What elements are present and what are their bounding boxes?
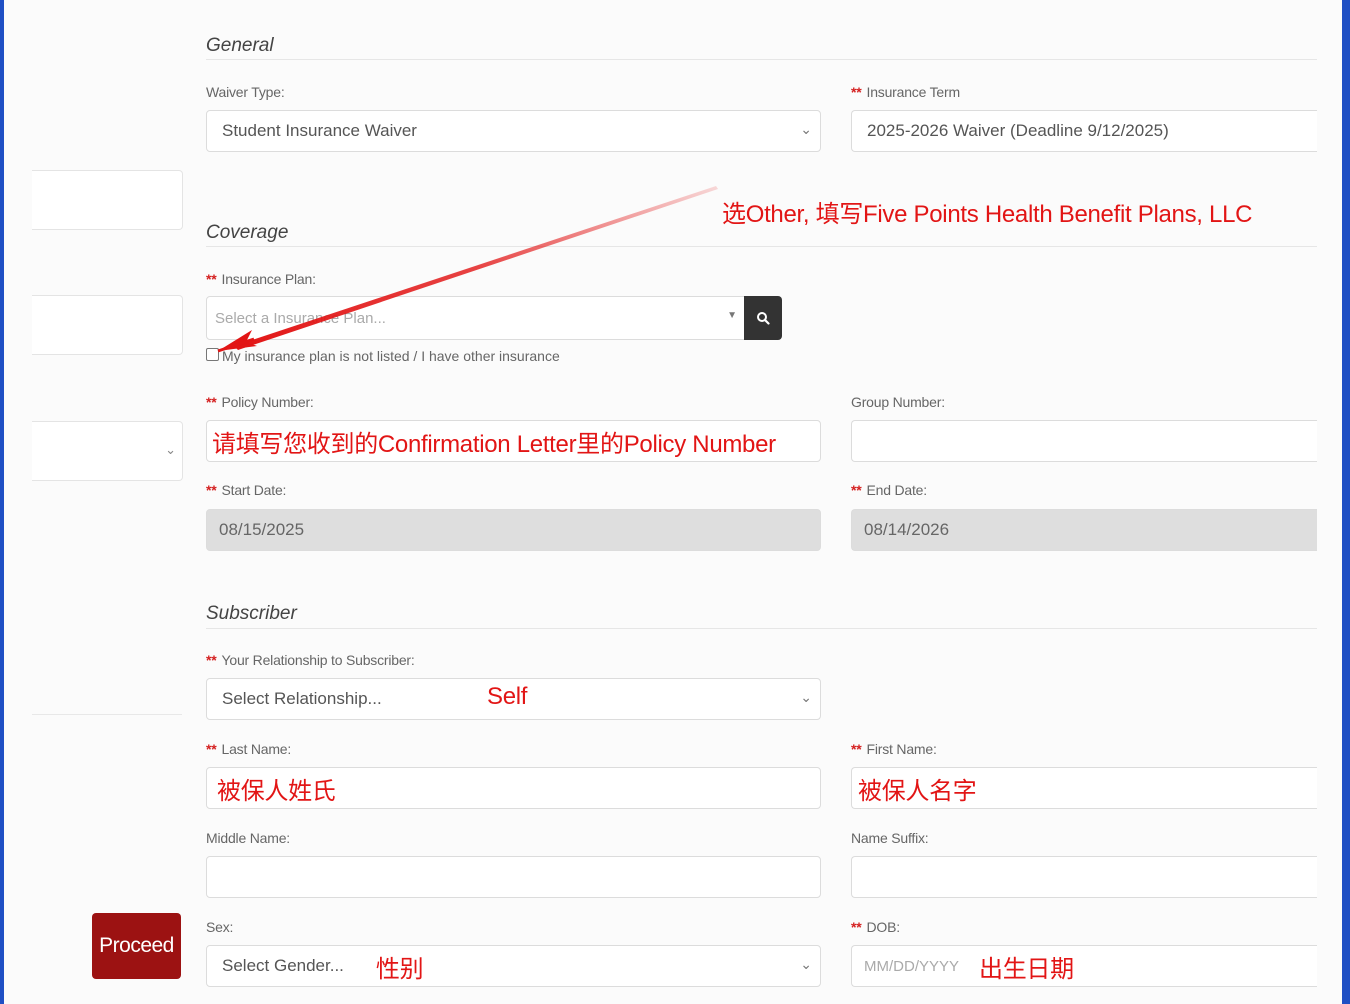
section-title-coverage: Coverage [206,222,289,243]
proceed-button[interactable]: Proceed [92,913,181,979]
section-title-subscriber: Subscriber [206,603,297,624]
waiver-type-select[interactable]: Student Insurance Waiver ⌄ [206,110,821,152]
dob-placeholder: MM/DD/YYYY [864,957,960,975]
annotation-policy-number: 请填写您收到的Confirmation Letter里的Policy Numbe… [212,430,776,458]
insurance-plan-placeholder: Select a Insurance Plan... [215,309,386,327]
insurance-plan-label: ** Insurance Plan: [206,271,316,287]
group-number-input[interactable] [851,420,1317,462]
chevron-down-icon: ⌄ [165,442,176,457]
required-marker: ** [206,271,217,287]
name-suffix-input[interactable] [851,856,1317,898]
annotation-sex: 性别 [375,955,424,983]
section-divider [206,59,1317,60]
required-marker: ** [206,652,217,668]
policy-number-label: ** Policy Number: [206,394,314,410]
policy-number-input[interactable]: 请填写您收到的Confirmation Letter里的Policy Numbe… [206,420,821,462]
left-select[interactable]: ⌄ [32,421,183,481]
end-date-label: ** End Date: [851,482,927,498]
end-date-value: 08/14/2026 [864,520,950,539]
first-name-label: ** First Name: [851,741,937,757]
relationship-label: ** Your Relationship to Subscriber: [206,652,415,668]
annotation-dob: 出生日期 [979,955,1074,983]
first-name-input[interactable]: 被保人名字 [851,767,1317,809]
start-date-value: 08/15/2025 [219,520,305,539]
chevron-down-icon: ⌄ [800,121,812,137]
left-input-2[interactable] [32,295,183,355]
required-marker: ** [851,482,862,498]
left-input-1[interactable] [32,170,183,230]
sex-select[interactable]: Select Gender... 性别 ⌄ [206,945,821,987]
search-icon [757,312,770,325]
insurance-term-label: ** Insurance Term [851,84,960,100]
required-marker: ** [851,741,862,757]
caret-down-icon: ▼ [727,310,737,321]
section-divider [206,246,1317,247]
insurance-plan-select[interactable]: Select a Insurance Plan... ▼ [206,296,746,340]
middle-name-label: Middle Name: [206,830,290,846]
annotation-relationship: Self [487,683,528,710]
insurance-plan-search-button[interactable] [744,296,782,340]
waiver-type-label: Waiver Type: [206,84,285,100]
sex-placeholder: Select Gender... [222,956,344,975]
end-date-input: 08/14/2026 [851,509,1317,551]
relationship-select[interactable]: Select Relationship... Self ⌄ [206,678,821,720]
chevron-down-icon: ⌄ [800,956,812,972]
required-marker: ** [206,394,217,410]
last-name-label: ** Last Name: [206,741,292,757]
plan-not-listed-checkbox[interactable] [206,348,219,361]
annotation-insurance-plan: 选Other, 填写Five Points Health Benefit Pla… [722,201,1253,228]
left-column: ⌄ Proceed [4,0,184,1004]
annotation-last-name: 被保人姓氏 [217,777,336,805]
dob-input[interactable]: MM/DD/YYYY 出生日期 [851,945,1317,987]
required-marker: ** [206,482,217,498]
sex-label: Sex: [206,919,234,935]
required-marker: ** [206,741,217,757]
annotation-first-name: 被保人名字 [858,777,977,805]
relationship-placeholder: Select Relationship... [222,689,382,708]
last-name-input[interactable]: 被保人姓氏 [206,767,821,809]
name-suffix-label: Name Suffix: [851,830,929,846]
insurance-term-value: 2025-2026 Waiver (Deadline 9/12/2025) [867,121,1169,140]
section-title-general: General [206,35,274,56]
section-divider [206,628,1317,629]
chevron-down-icon: ⌄ [800,689,812,705]
dob-label: ** DOB: [851,919,900,935]
waiver-type-value: Student Insurance Waiver [222,121,417,140]
insurance-term-select[interactable]: 2025-2026 Waiver (Deadline 9/12/2025) [851,110,1317,152]
plan-not-listed-label: My insurance plan is not listed / I have… [222,348,560,364]
required-marker: ** [851,84,862,100]
start-date-input: 08/15/2025 [206,509,821,551]
waiver-form-page: ⌄ Proceed General Waiver Type: Student I… [4,0,1342,1004]
middle-name-input[interactable] [206,856,821,898]
left-divider [32,714,182,715]
group-number-label: Group Number: [851,394,945,410]
required-marker: ** [851,919,862,935]
start-date-label: ** Start Date: [206,482,287,498]
